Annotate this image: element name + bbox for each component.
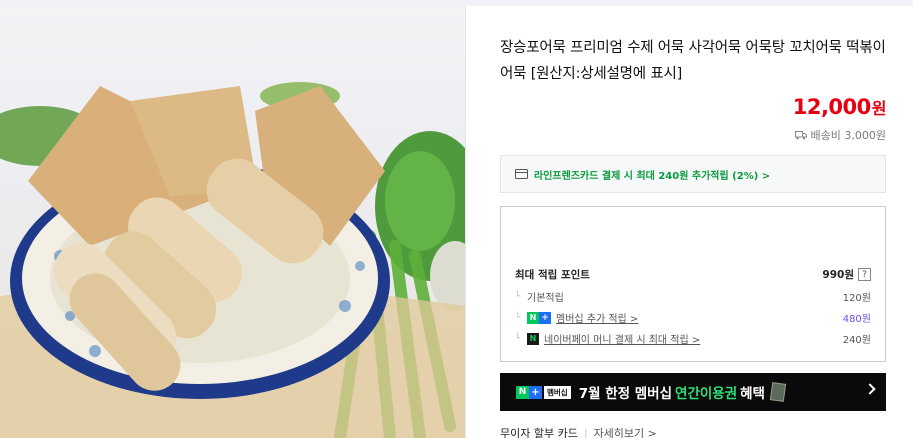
membership-badge: N + 멤버십 bbox=[516, 385, 571, 399]
credit-card-icon bbox=[515, 169, 528, 179]
tree-branch-icon: └ bbox=[515, 333, 521, 344]
chevron-right-icon bbox=[864, 383, 876, 395]
shipping-fee-text: 배송비 3,000원 bbox=[810, 129, 886, 142]
card-benefit-banner[interactable]: 라인프렌즈카드 결제 시 최대 240원 추가적립 (2%) > bbox=[500, 155, 886, 193]
shipping-fee: 배송비 3,000원 bbox=[794, 127, 886, 143]
naver-plus-membership-icon: N + bbox=[527, 311, 551, 324]
points-row-basic: └ 기본적립 120원 bbox=[515, 289, 871, 305]
promo-text-after: 혜택 bbox=[740, 386, 765, 402]
points-row-membership[interactable]: └ N + 멤버십 추가 적립 > 480원 bbox=[515, 310, 871, 325]
ticket-icon bbox=[769, 382, 787, 402]
product-title: 장승포어묵 프리미엄 수제 어묵 사각어묵 어묵탕 꼬치어묵 떡볶이어묵 [원산… bbox=[500, 40, 886, 82]
points-box: 최대 적립 포인트 990원 ? └ 기본적립 120원 └ N + 멤버십 추가… bbox=[500, 206, 886, 362]
installment-label: 무이자 할부 카드 bbox=[500, 427, 578, 438]
max-points-value-wrap: 990원 ? bbox=[822, 267, 871, 282]
price-unit: 원 bbox=[871, 99, 887, 118]
panel-divider bbox=[465, 6, 466, 438]
max-points-value: 990원 bbox=[822, 269, 854, 281]
product-price: 12,000원 bbox=[792, 95, 887, 119]
truck-icon bbox=[794, 130, 807, 139]
naver-pay-icon: N bbox=[527, 332, 539, 345]
membership-promo-banner[interactable]: N + 멤버십 7월 한정 멤버십 연간이용권 혜택 bbox=[500, 373, 886, 411]
points-row-value: 120원 bbox=[842, 293, 871, 304]
points-row-value: 240원 bbox=[842, 335, 871, 346]
promo-text-before: 7월 한정 멤버십 bbox=[578, 386, 673, 402]
tree-branch-icon: └ bbox=[515, 312, 521, 323]
separator: | bbox=[583, 426, 588, 438]
naverpay-points-link[interactable]: 네이버페이 머니 결제 시 최대 적립 > bbox=[544, 331, 700, 346]
installment-more-link[interactable]: 자세히보기 > bbox=[594, 425, 657, 438]
fishcake-photo bbox=[0, 82, 466, 438]
membership-tag: 멤버십 bbox=[544, 385, 571, 399]
points-row-label: 기본적립 bbox=[527, 293, 564, 304]
max-points-label: 최대 적립 포인트 bbox=[515, 269, 590, 281]
help-icon[interactable]: ? bbox=[858, 268, 871, 281]
points-row-naverpay[interactable]: └ N 네이버페이 머니 결제 시 최대 적립 > 240원 bbox=[515, 331, 871, 346]
installment-row: 무이자 할부 카드 | 자세히보기 > bbox=[500, 425, 657, 438]
naver-n-icon: N bbox=[516, 385, 529, 399]
product-image[interactable] bbox=[0, 6, 466, 438]
plus-icon: + bbox=[529, 385, 542, 399]
max-points-row: 최대 적립 포인트 990원 ? bbox=[515, 267, 871, 282]
tree-branch-icon: └ bbox=[515, 291, 521, 302]
membership-points-link[interactable]: 멤버십 추가 적립 > bbox=[556, 310, 638, 325]
points-row-value: 480원 bbox=[842, 314, 871, 325]
promo-text-highlight: 연간이용권 bbox=[675, 386, 738, 402]
card-benefit-text: 라인프렌즈카드 결제 시 최대 240원 추가적립 (2%) > bbox=[534, 170, 771, 182]
price-amount: 12,000 bbox=[792, 95, 872, 119]
